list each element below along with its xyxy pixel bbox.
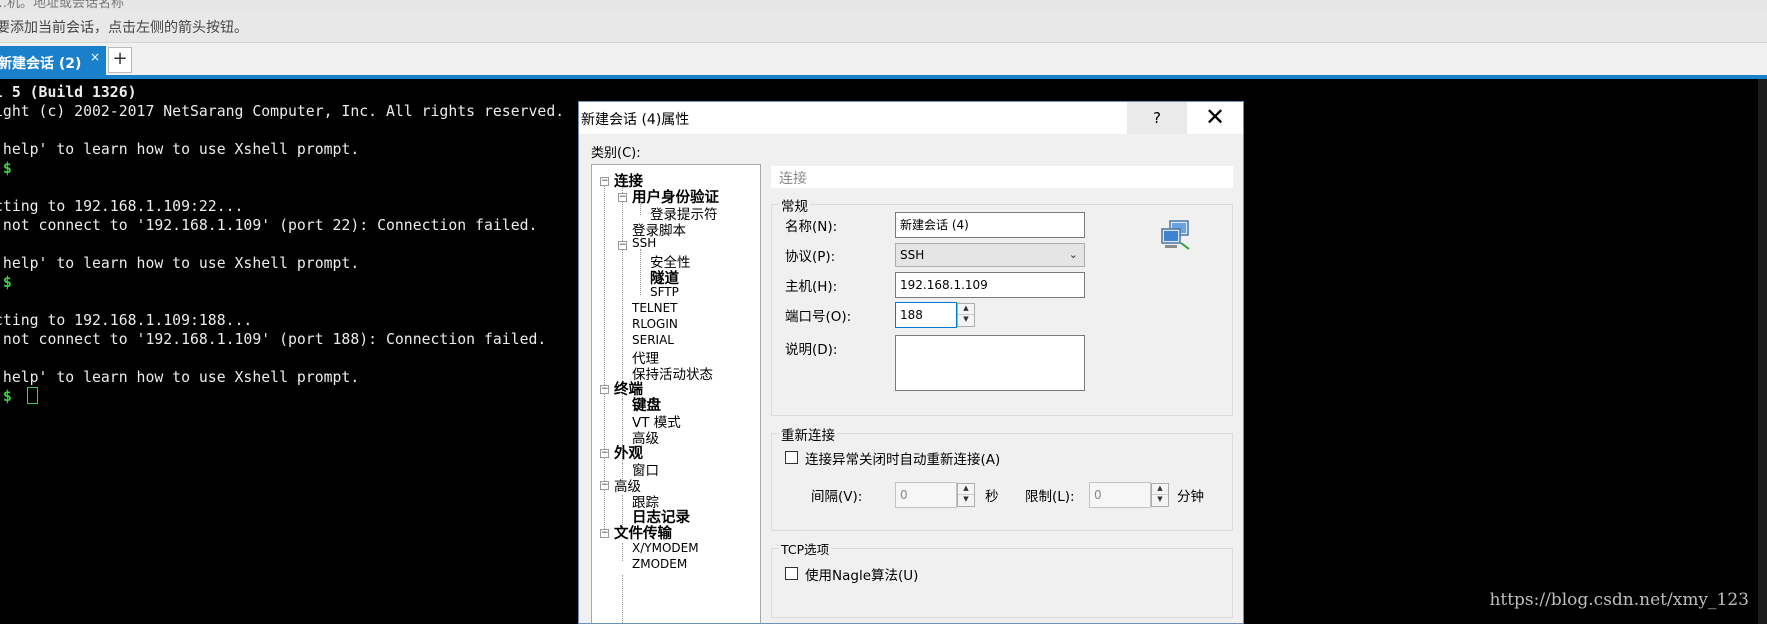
protocol-select-value: SSH <box>900 248 925 262</box>
close-button[interactable]: ✕ <box>1187 102 1243 134</box>
network-computers-icon <box>1161 220 1190 250</box>
port-label: 端口号(O): <box>785 309 852 325</box>
auto-reconnect-checkbox[interactable] <box>785 451 798 464</box>
terminal-prompt: ]$ <box>0 160 12 177</box>
category-tree[interactable]: − 连接 − 用户身份验证 登录提示符 登录脚本 − SSH 安全性 隧道 SF… <box>591 164 761 623</box>
terminal-line: `help' to learn how to use Xshell prompt… <box>0 369 360 386</box>
up-arrow-icon[interactable]: ▲ <box>1152 484 1168 495</box>
address-bar-strip: …机。地址或会话名称 <box>0 0 1767 10</box>
tree-item-telnet[interactable]: TELNET <box>632 301 678 315</box>
section-header: 连接 <box>771 166 1233 188</box>
collapse-icon[interactable]: − <box>600 529 609 538</box>
tree-item-ssh[interactable]: SSH <box>632 236 656 250</box>
address-bar-text: …机。地址或会话名称 <box>0 0 125 10</box>
description-field[interactable] <box>895 335 1085 391</box>
collapse-icon[interactable]: − <box>600 481 609 490</box>
tree-guide <box>604 185 605 529</box>
description-label: 说明(D): <box>785 342 838 358</box>
up-arrow-icon[interactable]: ▲ <box>958 304 974 315</box>
port-field[interactable]: 188 <box>895 302 957 328</box>
name-field[interactable]: 新建会话 (4) <box>895 212 1085 238</box>
tree-item-file-transfer[interactable]: 文件传输 <box>614 522 672 543</box>
terminal-line: not connect to '192.168.1.109' (port 22)… <box>0 217 538 234</box>
down-arrow-icon[interactable]: ▼ <box>958 495 974 506</box>
tab-session-2[interactable]: 新建会话 (2) × <box>0 46 106 76</box>
interval-stepper[interactable]: ▲ ▼ <box>957 483 975 507</box>
interval-unit: 秒 <box>985 489 999 505</box>
chevron-down-icon: ⌄ <box>1068 248 1078 261</box>
port-stepper[interactable]: ▲ ▼ <box>957 303 975 327</box>
terminal-line: not connect to '192.168.1.109' (port 188… <box>0 331 547 348</box>
interval-field[interactable]: 0 <box>895 482 957 508</box>
category-label: 类别(C): <box>591 146 641 161</box>
collapse-icon[interactable]: − <box>600 177 609 186</box>
auto-reconnect-label: 连接异常关闭时自动重新连接(A) <box>805 452 1001 468</box>
tree-item-serial[interactable]: SERIAL <box>632 333 674 347</box>
limit-field[interactable]: 0 <box>1089 482 1151 508</box>
terminal-line: cting to 192.168.1.109:22... <box>0 198 244 215</box>
nagle-checkbox[interactable] <box>785 567 798 580</box>
limit-label: 限制(L): <box>1025 489 1075 505</box>
terminal-line: l 5 (Build 1326) <box>0 84 137 101</box>
collapse-icon[interactable]: − <box>600 385 609 394</box>
session-hint-bar: 要添加当前会话，点击左侧的箭头按钮。 <box>0 10 1767 43</box>
dialog-title: 新建会话 (4)属性 <box>581 112 690 128</box>
tab-close-icon[interactable]: × <box>90 50 100 64</box>
tree-item-sftp[interactable]: SFTP <box>650 285 679 299</box>
session-hint-text: 要添加当前会话，点击左侧的箭头按钮。 <box>0 20 248 36</box>
terminal-line: `help' to learn how to use Xshell prompt… <box>0 141 360 158</box>
cursor-icon <box>26 387 38 404</box>
protocol-select[interactable]: SSH ⌄ <box>895 243 1085 267</box>
reconnect-group-title: 重新连接 <box>779 424 837 444</box>
interval-label: 间隔(V): <box>811 489 863 505</box>
add-tab-button[interactable]: + <box>108 47 132 73</box>
limit-unit: 分钟 <box>1177 489 1204 505</box>
tcp-group-title: TCP选项 <box>779 539 832 558</box>
tab-bar <box>0 43 1767 75</box>
terminal-scrollbar[interactable] <box>1758 79 1767 624</box>
session-properties-dialog: 新建会话 (4)属性 ? ✕ 类别(C): − 连接 − 用户身份验证 登录提示… <box>578 101 1244 624</box>
tree-item-keep-alive[interactable]: 保持活动状态 <box>632 363 713 383</box>
nagle-label: 使用Nagle算法(U) <box>805 568 919 584</box>
protocol-label: 协议(P): <box>785 249 836 265</box>
tree-item-zmodem[interactable]: ZMODEM <box>632 557 687 571</box>
limit-stepper[interactable]: ▲ ▼ <box>1151 483 1169 507</box>
watermark-text: https://blog.csdn.net/xmy_123 <box>1489 590 1749 610</box>
collapse-icon[interactable]: − <box>618 241 627 250</box>
down-arrow-icon[interactable]: ▼ <box>958 315 974 326</box>
terminal-line: ight (c) 2002-2017 NetSarang Computer, I… <box>0 103 565 120</box>
collapse-icon[interactable]: − <box>600 449 609 458</box>
terminal-line: cting to 192.168.1.109:188... <box>0 312 253 329</box>
tree-guide <box>622 185 623 399</box>
up-arrow-icon[interactable]: ▲ <box>958 484 974 495</box>
down-arrow-icon[interactable]: ▼ <box>1152 495 1168 506</box>
section-header-text: 连接 <box>779 171 807 187</box>
host-field[interactable]: 192.168.1.109 <box>895 272 1085 298</box>
terminal-prompt: ]$ <box>0 274 12 291</box>
host-label: 主机(H): <box>785 279 838 295</box>
terminal-line: `help' to learn how to use Xshell prompt… <box>0 255 360 272</box>
collapse-icon[interactable]: − <box>618 193 627 202</box>
general-group-title: 常规 <box>779 195 810 215</box>
tree-guide <box>622 543 623 561</box>
terminal-prompt-current: ]$ <box>0 387 38 406</box>
help-button[interactable]: ? <box>1127 102 1187 134</box>
tree-guide <box>640 249 641 295</box>
tree-item-xymodem[interactable]: X/YMODEM <box>632 541 699 555</box>
tab-label: 新建会话 (2) <box>0 56 82 72</box>
tree-guide <box>622 575 623 623</box>
terminal-prompt-text: ]$ <box>0 388 12 405</box>
tree-item-rlogin[interactable]: RLOGIN <box>632 317 678 331</box>
name-label: 名称(N): <box>785 219 838 235</box>
